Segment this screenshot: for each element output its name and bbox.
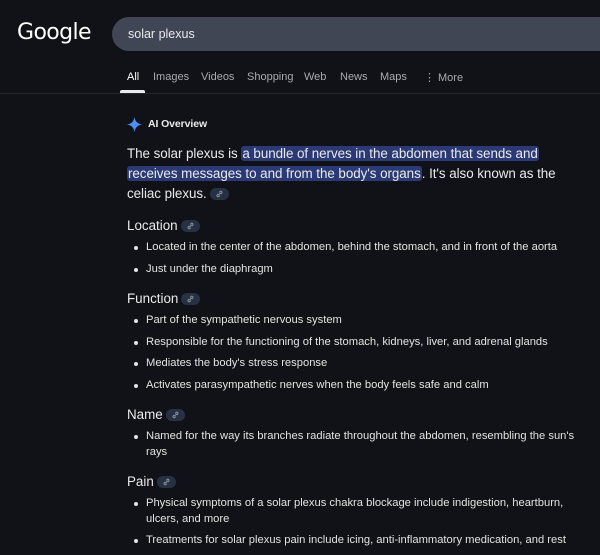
section-title-text: Name	[127, 407, 163, 422]
ai-overview-header: AI Overview	[126, 110, 587, 138]
ai-overview-label: AI Overview	[148, 118, 208, 130]
intro-paragraph: The solar plexus is a bundle of nerves i…	[127, 144, 587, 204]
bullet-list: Part of the sympathetic nervous system R…	[127, 313, 587, 393]
search-input[interactable]	[128, 17, 588, 51]
tab-more-label: More	[438, 72, 464, 84]
list-item: Just under the diaphragm	[127, 262, 587, 278]
section-title: Function	[127, 289, 587, 309]
link-icon	[187, 223, 194, 230]
google-logo[interactable]: Google	[17, 20, 92, 45]
section-title: Location	[127, 216, 587, 236]
list-item: Activates parasympathetic nerves when th…	[127, 378, 587, 394]
active-tab-indicator	[120, 90, 145, 93]
intro-text: The solar plexus is	[127, 146, 242, 161]
sparkle-icon	[126, 116, 143, 133]
section-title-text: Location	[127, 218, 178, 233]
tab-web[interactable]: Web	[304, 71, 326, 83]
tab-all[interactable]: All	[127, 71, 139, 83]
section-pain: Pain Physical symptoms of a solar plexus…	[127, 472, 587, 549]
list-item: Responsible for the functioning of the s…	[127, 335, 587, 351]
tab-videos[interactable]: Videos	[201, 71, 234, 83]
list-item: Located in the center of the abdomen, be…	[127, 240, 587, 256]
tab-news[interactable]: News	[340, 71, 368, 83]
source-link-chip[interactable]	[209, 188, 229, 201]
bullet-list: Physical symptoms of a solar plexus chak…	[127, 496, 587, 549]
header: Google	[0, 0, 600, 60]
search-tabs: All Images Videos Shopping Web News Maps…	[0, 66, 600, 94]
section-location: Location Located in the center of the ab…	[127, 216, 587, 277]
tab-more[interactable]: ⋮ More	[424, 71, 463, 84]
link-icon	[216, 191, 223, 198]
more-vert-icon: ⋮	[424, 72, 435, 84]
link-icon	[172, 412, 179, 419]
link-icon	[163, 479, 170, 486]
section-name: Name Named for the way its branches radi…	[127, 405, 587, 460]
source-link-chip[interactable]	[180, 220, 200, 233]
tab-shopping[interactable]: Shopping	[247, 71, 294, 83]
list-item: Mediates the body's stress response	[127, 356, 587, 372]
section-function: Function Part of the sympathetic nervous…	[127, 289, 587, 393]
list-item: Named for the way its branches radiate t…	[127, 429, 587, 460]
list-item: Physical symptoms of a solar plexus chak…	[127, 496, 587, 527]
source-link-chip[interactable]	[165, 409, 185, 422]
link-icon	[187, 296, 194, 303]
search-box[interactable]	[112, 17, 600, 51]
section-title: Pain	[127, 472, 587, 492]
ai-overview: AI Overview The solar plexus is a bundle…	[126, 110, 587, 555]
tab-images[interactable]: Images	[153, 71, 189, 83]
list-item: Treatments for solar plexus pain include…	[127, 533, 587, 549]
section-title: Name	[127, 405, 587, 425]
section-title-text: Pain	[127, 474, 154, 489]
bullet-list: Located in the center of the abdomen, be…	[127, 240, 587, 277]
source-link-chip[interactable]	[156, 476, 176, 489]
tab-maps[interactable]: Maps	[380, 71, 407, 83]
section-title-text: Function	[127, 291, 179, 306]
list-item: Part of the sympathetic nervous system	[127, 313, 587, 329]
bullet-list: Named for the way its branches radiate t…	[127, 429, 587, 460]
source-link-chip[interactable]	[181, 293, 201, 306]
